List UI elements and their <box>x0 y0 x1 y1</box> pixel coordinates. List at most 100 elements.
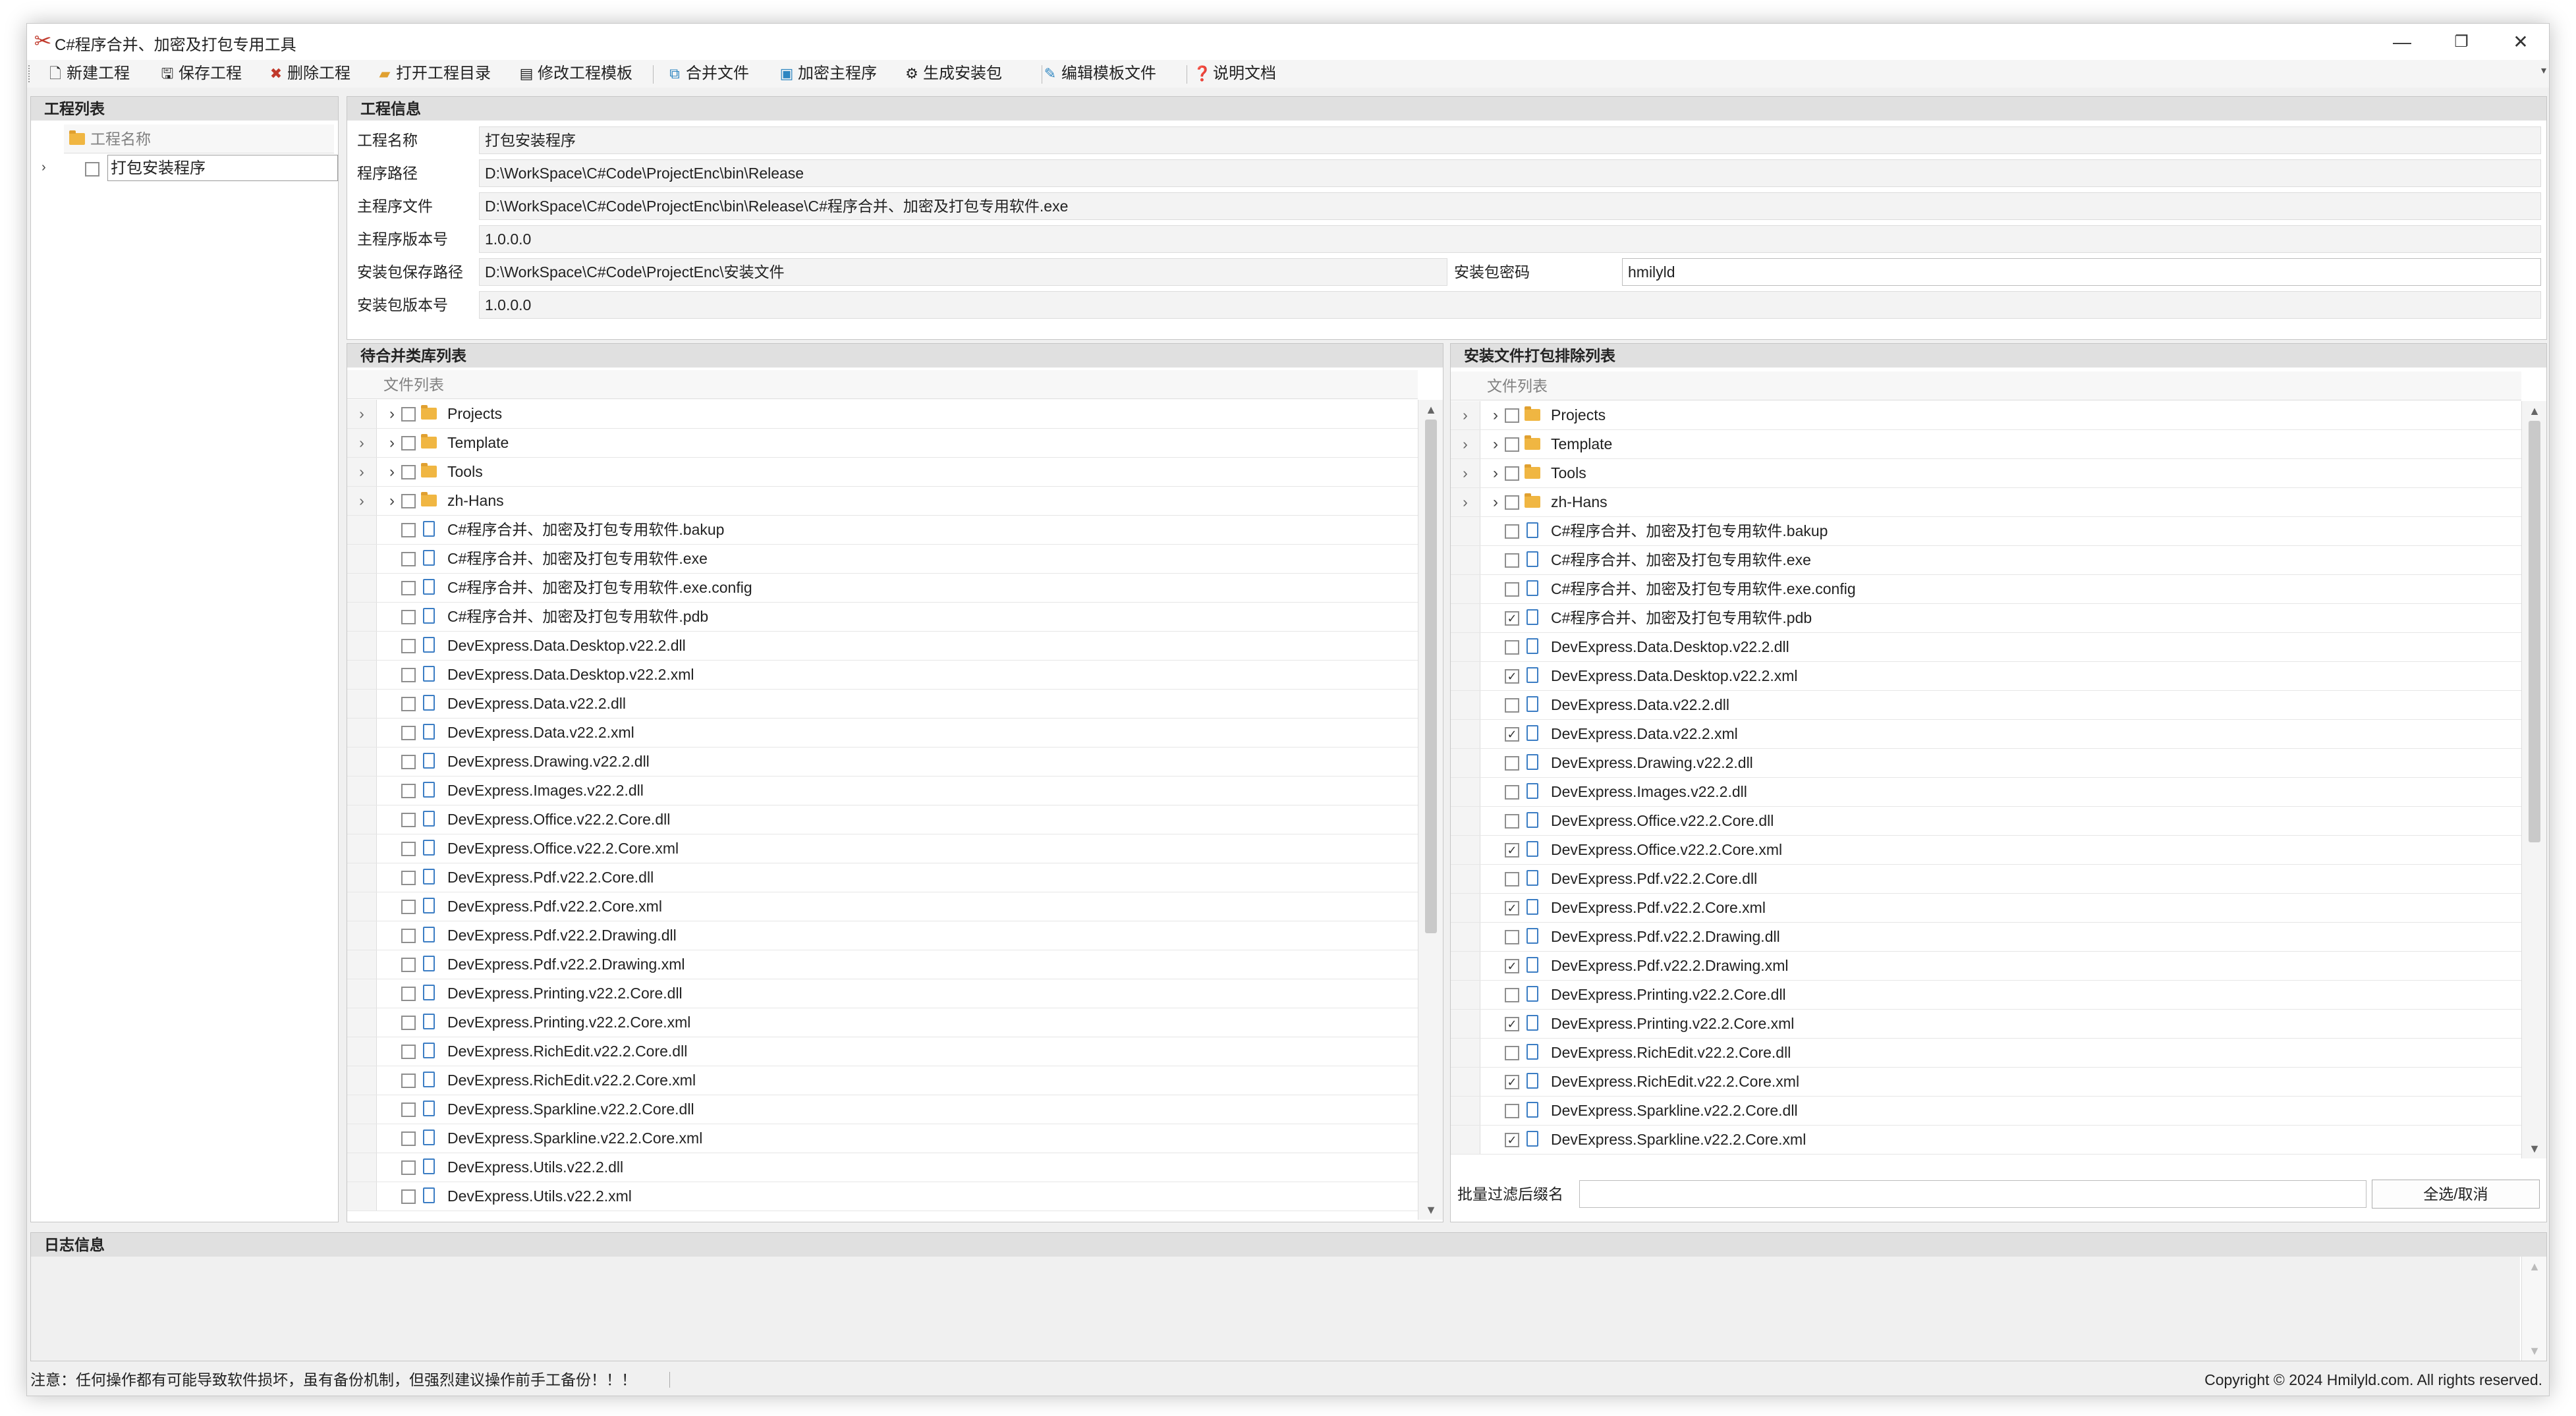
file-checkbox[interactable] <box>1505 582 1519 597</box>
file-checkbox[interactable] <box>1505 408 1519 423</box>
file-list-column-header[interactable]: 文件列表 <box>1451 371 2521 400</box>
package-path-field[interactable]: D:\WorkSpace\C#Code\ProjectEnc\安装文件 <box>479 258 1447 286</box>
package-password-field[interactable]: hmilyld <box>1622 258 2541 286</box>
row-indicator[interactable] <box>347 719 377 747</box>
scroll-up-icon[interactable]: ▲ <box>2522 1257 2547 1276</box>
file-row[interactable]: DevExpress.Sparkline.v22.2.Core.dll <box>1451 1097 2521 1126</box>
file-row[interactable]: › › zh-Hans <box>1451 488 2521 517</box>
row-indicator[interactable] <box>347 776 377 805</box>
row-indicator[interactable] <box>347 1008 377 1037</box>
save-project-button[interactable]: 🖫 保存工程 <box>159 64 242 84</box>
row-indicator[interactable] <box>347 1124 377 1153</box>
file-row[interactable]: C#程序合并、加密及打包专用软件.exe <box>1451 546 2521 575</box>
help-doc-button[interactable]: ❓ 说明文档 <box>1193 64 1276 84</box>
row-indicator[interactable] <box>1451 1039 1480 1067</box>
row-indicator[interactable] <box>347 516 377 544</box>
file-checkbox[interactable] <box>1505 1104 1519 1118</box>
file-checkbox[interactable] <box>401 523 416 537</box>
file-row[interactable]: DevExpress.RichEdit.v22.2.Core.dll <box>347 1037 1418 1066</box>
row-indicator[interactable] <box>347 1153 377 1182</box>
file-row[interactable]: ✓ DevExpress.Pdf.v22.2.Core.xml <box>1451 894 2521 923</box>
row-indicator[interactable] <box>1451 662 1480 690</box>
row-indicator[interactable]: › <box>347 429 377 457</box>
expand-arrow-icon[interactable]: › <box>385 458 399 486</box>
file-row[interactable]: DevExpress.Pdf.v22.2.Drawing.dll <box>347 921 1418 950</box>
file-row[interactable]: DevExpress.Office.v22.2.Core.xml <box>347 834 1418 863</box>
file-row[interactable]: ✓ DevExpress.Sparkline.v22.2.Core.xml <box>1451 1126 2521 1155</box>
file-checkbox[interactable] <box>1505 698 1519 713</box>
row-indicator[interactable] <box>347 545 377 573</box>
file-row[interactable]: DevExpress.Data.Desktop.v22.2.dll <box>347 632 1418 661</box>
restore-button[interactable]: ❐ <box>2432 24 2491 60</box>
row-indicator[interactable] <box>1451 1097 1480 1125</box>
file-checkbox[interactable] <box>401 436 416 450</box>
file-row[interactable]: C#程序合并、加密及打包专用软件.bakup <box>1451 517 2521 546</box>
file-checkbox[interactable]: ✓ <box>1505 727 1519 742</box>
file-checkbox[interactable] <box>401 958 416 972</box>
main-program-field[interactable]: D:\WorkSpace\C#Code\ProjectEnc\bin\Relea… <box>479 192 2541 220</box>
row-indicator[interactable] <box>347 921 377 950</box>
file-list-column-header[interactable]: 文件列表 <box>347 370 1418 399</box>
file-checkbox[interactable] <box>1505 785 1519 800</box>
expand-arrow-icon[interactable]: › <box>385 400 399 428</box>
row-indicator[interactable] <box>347 603 377 631</box>
row-indicator[interactable]: › <box>347 458 377 486</box>
file-checkbox[interactable] <box>401 755 416 769</box>
row-indicator[interactable]: › <box>347 400 377 428</box>
scroll-down-icon[interactable]: ▼ <box>2522 1341 2547 1361</box>
scroll-thumb[interactable] <box>1425 420 1437 933</box>
file-row[interactable]: › › Tools <box>1451 459 2521 488</box>
file-checkbox[interactable] <box>401 1160 416 1175</box>
delete-project-button[interactable]: ✖ 删除工程 <box>267 64 350 84</box>
file-checkbox[interactable] <box>401 1045 416 1059</box>
row-indicator[interactable] <box>1451 604 1480 632</box>
row-indicator[interactable] <box>347 748 377 776</box>
file-row[interactable]: › › Tools <box>347 458 1418 487</box>
row-indicator[interactable]: › <box>347 487 377 515</box>
file-row[interactable]: ✓ DevExpress.Pdf.v22.2.Drawing.xml <box>1451 952 2521 981</box>
file-row[interactable]: DevExpress.Data.Desktop.v22.2.xml <box>347 661 1418 690</box>
toolbar-overflow-icon[interactable]: ▾ <box>2541 64 2546 77</box>
file-checkbox[interactable] <box>401 929 416 943</box>
row-indicator[interactable] <box>1451 894 1480 922</box>
file-row[interactable]: C#程序合并、加密及打包专用软件.exe.config <box>347 574 1418 603</box>
row-indicator[interactable] <box>1451 981 1480 1009</box>
expand-arrow-icon[interactable]: › <box>42 160 46 175</box>
file-row[interactable]: DevExpress.Utils.v22.2.xml <box>347 1182 1418 1211</box>
expand-arrow-icon[interactable]: › <box>1489 401 1502 429</box>
file-checkbox[interactable] <box>401 552 416 566</box>
open-project-dir-button[interactable]: ▰ 打开工程目录 <box>376 64 491 84</box>
scroll-down-icon[interactable]: ▼ <box>1418 1200 1443 1220</box>
expand-arrow-icon[interactable]: › <box>385 487 399 515</box>
scroll-up-icon[interactable]: ▲ <box>2522 401 2547 421</box>
file-row[interactable]: C#程序合并、加密及打包专用软件.pdb <box>347 603 1418 632</box>
file-row[interactable]: ✓ DevExpress.Data.Desktop.v22.2.xml <box>1451 662 2521 691</box>
file-row[interactable]: C#程序合并、加密及打包专用软件.exe <box>347 545 1418 574</box>
row-indicator[interactable] <box>1451 575 1480 603</box>
file-checkbox[interactable] <box>1505 466 1519 481</box>
project-checkbox[interactable] <box>85 162 99 177</box>
scroll-up-icon[interactable]: ▲ <box>1418 400 1443 420</box>
file-checkbox[interactable] <box>1505 756 1519 771</box>
row-indicator[interactable] <box>1451 1068 1480 1096</box>
toolbar-grip[interactable] <box>28 65 34 82</box>
row-indicator[interactable] <box>1451 778 1480 806</box>
row-indicator[interactable] <box>1451 1010 1480 1038</box>
file-row[interactable]: DevExpress.Pdf.v22.2.Drawing.xml <box>347 950 1418 979</box>
encrypt-main-button[interactable]: ▣ 加密主程序 <box>778 64 877 84</box>
file-checkbox[interactable] <box>401 465 416 479</box>
file-row[interactable]: C#程序合并、加密及打包专用软件.exe.config <box>1451 575 2521 604</box>
row-indicator[interactable]: › <box>1451 488 1480 516</box>
file-row[interactable]: DevExpress.Images.v22.2.dll <box>1451 778 2521 807</box>
file-row[interactable]: DevExpress.Office.v22.2.Core.dll <box>1451 807 2521 836</box>
row-indicator[interactable] <box>1451 633 1480 661</box>
file-row[interactable]: DevExpress.Pdf.v22.2.Core.dll <box>1451 865 2521 894</box>
row-indicator[interactable] <box>1451 923 1480 951</box>
edit-template-file-button[interactable]: ✎ 编辑模板文件 <box>1042 64 1156 84</box>
file-checkbox[interactable] <box>1505 553 1519 568</box>
file-checkbox[interactable]: ✓ <box>1505 901 1519 915</box>
expand-arrow-icon[interactable]: › <box>1489 430 1502 458</box>
package-version-field[interactable]: 1.0.0.0 <box>479 291 2541 319</box>
merge-list-scrollbar[interactable]: ▲ ▼ <box>1418 400 1443 1220</box>
file-row[interactable]: › › Template <box>347 429 1418 458</box>
